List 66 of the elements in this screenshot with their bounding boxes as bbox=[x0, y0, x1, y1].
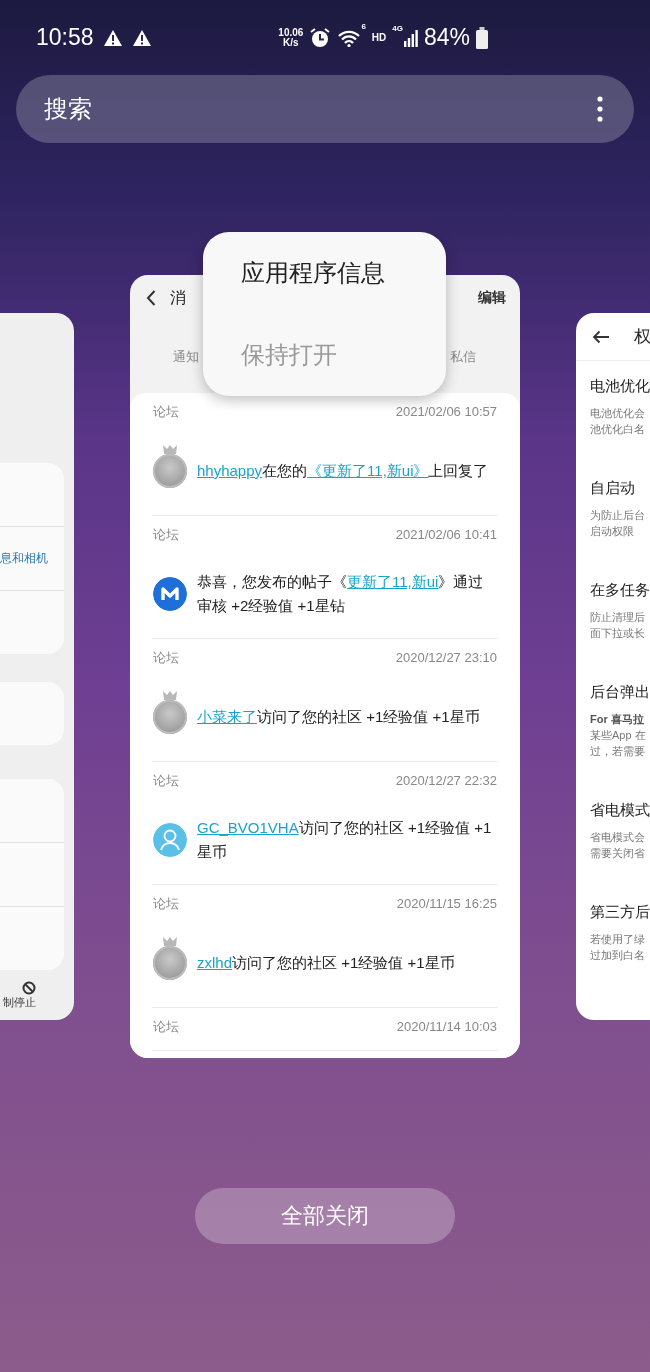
avatar-picture[interactable] bbox=[153, 700, 187, 734]
alarm-icon bbox=[309, 26, 332, 49]
message-text: GC_BVO1VHA访问了您的社区 +1经验值 +1星币 bbox=[197, 818, 493, 862]
permission-link[interactable]: 息和相机 bbox=[0, 551, 48, 566]
category-label: 论坛 bbox=[153, 403, 179, 421]
section-description: 防止清理后面下拉或长 bbox=[590, 610, 646, 641]
close-all-button[interactable]: 全部关闭 bbox=[195, 1188, 455, 1244]
page-title: 权 bbox=[634, 326, 650, 348]
battery-icon bbox=[476, 26, 488, 49]
tab[interactable]: 私信 bbox=[450, 344, 476, 370]
text-link[interactable]: zxlhd bbox=[197, 954, 233, 971]
section-description: 若使用了绿过加到白名 bbox=[590, 932, 646, 963]
text-link[interactable]: GC_BVO1VHA bbox=[197, 819, 299, 836]
wifi-standard-label: 6 bbox=[361, 22, 366, 31]
timestamp: 2021/02/06 10:41 bbox=[395, 526, 497, 544]
timestamp: 2020/12/27 22:32 bbox=[395, 772, 497, 790]
message-text: hhyhappy在您的《更新了11,新ui》上回复了 bbox=[197, 461, 489, 481]
hd-label: HD bbox=[371, 32, 387, 43]
category-label: 论坛 bbox=[153, 895, 179, 913]
person-icon[interactable] bbox=[153, 823, 187, 857]
section-title: 在多任务 bbox=[590, 581, 650, 600]
category-label: 论坛 bbox=[153, 1018, 179, 1036]
section-description: 省电模式会需要关闭省 bbox=[590, 830, 646, 861]
timestamp: 2020/11/14 10:03 bbox=[396, 1018, 497, 1036]
signal-icon bbox=[403, 28, 418, 47]
edit-link[interactable]: 编辑 bbox=[478, 289, 506, 307]
more-options-icon[interactable] bbox=[597, 96, 603, 122]
avatar-picture[interactable] bbox=[153, 946, 187, 980]
tab[interactable]: 通知 bbox=[173, 344, 199, 370]
app-card[interactable]: 息和相机 制停止 bbox=[0, 313, 74, 1020]
timestamp: 2020/11/15 16:25 bbox=[396, 895, 497, 913]
section-description: 电池优化会池优化白名 bbox=[590, 406, 646, 437]
section-title: 后台弹出 bbox=[590, 683, 650, 702]
text-link[interactable]: 小菜来了 bbox=[197, 708, 257, 725]
timestamp: 2020/12/27 23:10 bbox=[395, 649, 497, 667]
network-speed: 10.06 bbox=[278, 27, 304, 38]
section-title: 第三方后 bbox=[590, 903, 650, 922]
text-link[interactable]: 更新了11,新ui bbox=[347, 573, 439, 590]
app-card[interactable]: 权 电池优化 电池优化会池优化白名 自启动 为防止后台启动权限 在多任务 防止清理后面下拉或长 后台弹出 For 喜马拉某些App 在过，若需要 省电模式 省电模式会需要关闭省 第三方后 若使用了绿过加到白名 bbox=[576, 313, 650, 1020]
stop-icon bbox=[22, 980, 36, 995]
category-label: 论坛 bbox=[153, 526, 179, 544]
category-label: 论坛 bbox=[153, 649, 179, 667]
category-label: 论坛 bbox=[153, 772, 179, 790]
speed-unit: K/s bbox=[283, 37, 299, 48]
clock-time: 10:58 bbox=[36, 24, 94, 51]
logo-icon[interactable] bbox=[153, 577, 187, 611]
back-arrow-icon[interactable] bbox=[592, 329, 610, 344]
network-type: 4G bbox=[392, 24, 403, 33]
force-stop-button[interactable]: 制停止 bbox=[3, 994, 36, 1010]
message-text: 小菜来了访问了您的社区 +1经验值 +1星币 bbox=[197, 707, 480, 727]
section-description: For 喜马拉某些App 在过，若需要 bbox=[590, 712, 646, 759]
text-link[interactable]: 《更新了11,新ui》 bbox=[307, 462, 429, 479]
text-link[interactable]: hhyhappy bbox=[197, 462, 263, 479]
message-text: zxlhd访问了您的社区 +1经验值 +1星币 bbox=[197, 953, 455, 973]
back-icon[interactable] bbox=[146, 290, 156, 306]
page-title: 消 bbox=[170, 287, 186, 308]
menu-item[interactable]: 应用程序信息 bbox=[241, 232, 446, 314]
section-title: 电池优化 bbox=[590, 377, 650, 396]
section-description: 为防止后台启动权限 bbox=[590, 508, 646, 539]
avatar-picture[interactable] bbox=[153, 454, 187, 488]
battery-percent: 84% bbox=[423, 24, 470, 51]
section-title: 自启动 bbox=[590, 479, 636, 498]
timestamp: 2021/02/06 10:57 bbox=[395, 403, 497, 421]
wifi-icon bbox=[337, 28, 362, 47]
message-text: 恭喜，您发布的帖子《更新了11,新ui》通过审核 +2经验值 +1星钻 bbox=[197, 572, 485, 616]
section-title: 省电模式 bbox=[590, 801, 650, 820]
